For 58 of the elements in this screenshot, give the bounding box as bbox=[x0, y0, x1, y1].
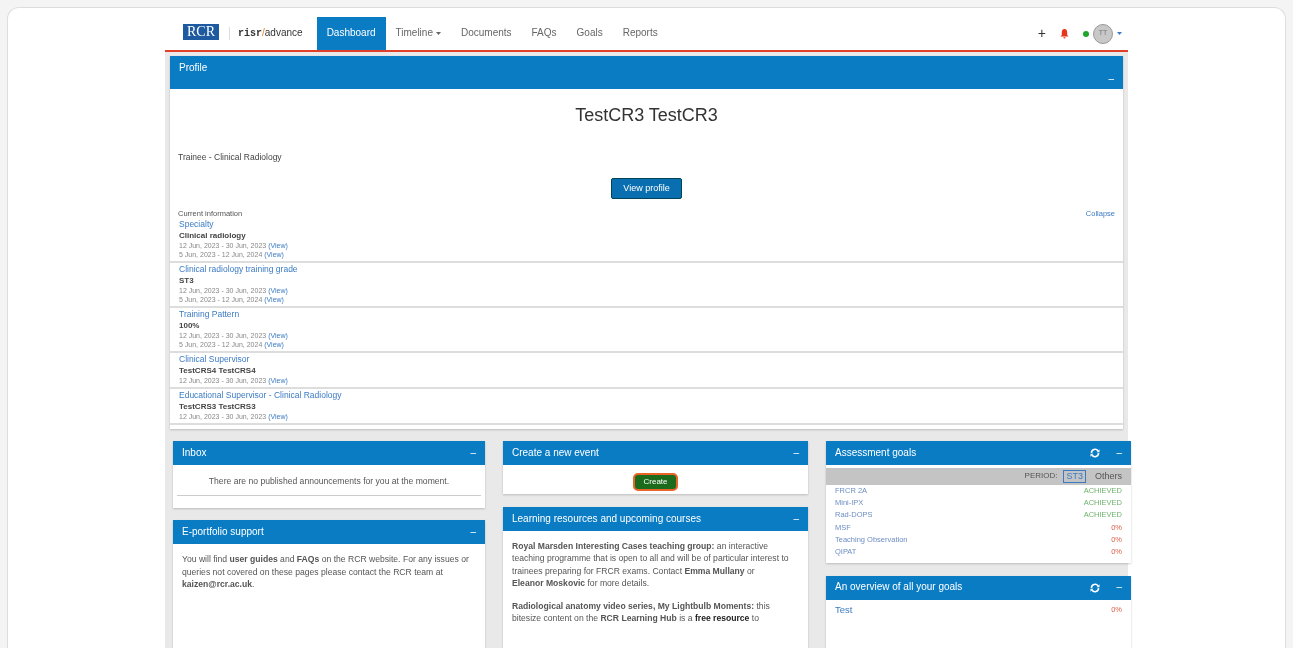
field-label[interactable]: Training Pattern bbox=[179, 308, 1114, 320]
minimize-button[interactable]: – bbox=[470, 526, 476, 539]
panel-title: Inbox bbox=[182, 446, 207, 459]
status-dot bbox=[1083, 30, 1089, 37]
brand-name: risr/advance bbox=[229, 26, 303, 40]
panel-title: An overview of all your goals bbox=[835, 581, 963, 594]
text-link[interactable]: Eleanor Moskovic bbox=[512, 578, 586, 589]
text-link[interactable]: kaizen@rcr.ac.uk bbox=[182, 579, 252, 590]
field-label[interactable]: Educational Supervisor - Clinical Radiology bbox=[179, 389, 1114, 401]
paragraph: Radiological anatomy video series, My Lightbulb Moments: this bitesize content on the RCR Learning Hub is a free resource to bbox=[511, 599, 771, 625]
refresh-icon[interactable] bbox=[1090, 447, 1101, 458]
panel-title: E-portfolio support bbox=[182, 526, 264, 539]
period-tab[interactable]: ST3 bbox=[1063, 469, 1086, 483]
period-tab[interactable]: Others bbox=[1092, 469, 1125, 483]
goal-name[interactable]: Test bbox=[835, 603, 853, 616]
panel-title: Profile bbox=[179, 62, 208, 75]
period-label: PERIOD: bbox=[1024, 471, 1058, 482]
logo[interactable]: RCR bbox=[183, 24, 219, 40]
text-link[interactable]: Royal Marsden Interesting Cases teaching group: bbox=[512, 540, 715, 551]
field-value: ST3 bbox=[179, 274, 195, 286]
panel-title: Learning resources and upcoming courses bbox=[512, 512, 701, 525]
refresh-icon[interactable] bbox=[1090, 582, 1101, 593]
minimize-button[interactable]: – bbox=[470, 446, 476, 459]
text-link[interactable]: user guides bbox=[229, 554, 278, 565]
nav-tab[interactable]: Dashboard bbox=[316, 17, 386, 50]
nav-tab[interactable]: Timeline bbox=[385, 17, 451, 50]
field-label[interactable]: Specialty bbox=[179, 218, 1114, 230]
field-label[interactable]: Clinical radiology training grade bbox=[179, 263, 1114, 275]
nav-tab[interactable]: FAQs bbox=[521, 17, 567, 50]
add-button[interactable]: + bbox=[1037, 24, 1046, 43]
text-link[interactable]: Radiological anatomy video series, My Lightbulb Moments: bbox=[512, 600, 755, 611]
field-value: TestCRS3 TestCRS3 bbox=[179, 400, 257, 412]
field-value: 100% bbox=[179, 319, 201, 331]
nav-tab[interactable]: Reports bbox=[612, 17, 668, 50]
field-value: Clinical radiology bbox=[179, 229, 247, 241]
bell-icon[interactable] bbox=[1060, 28, 1069, 39]
inbox-message: There are no published announcements for you at the moment. bbox=[207, 474, 451, 488]
panel-title: Assessment goals bbox=[835, 446, 917, 459]
text-link[interactable]: Emma Mullany bbox=[684, 565, 745, 576]
minimize-button[interactable]: – bbox=[1116, 581, 1122, 594]
minimize-button[interactable]: – bbox=[793, 512, 799, 525]
profile-name: TestCR3 TestCR3 bbox=[574, 104, 719, 127]
field-label[interactable]: Clinical Supervisor bbox=[179, 353, 1114, 365]
nav-tab[interactable]: Documents bbox=[450, 17, 522, 50]
minimize-button[interactable]: – bbox=[1108, 72, 1114, 89]
paragraph: Royal Marsden Interesting Cases teaching group: an interactive teaching programme that is open to all and will be of particular interest to trainees preparing for FRCR exams. Contact Emma Mullany or Eleanor Moskovic for more details. bbox=[511, 539, 790, 590]
minimize-button[interactable]: – bbox=[1116, 446, 1122, 459]
create-button[interactable]: Create bbox=[633, 472, 678, 491]
text-link[interactable]: RCR Learning Hub bbox=[600, 613, 677, 624]
minimize-button[interactable]: – bbox=[793, 446, 799, 459]
caret-icon bbox=[1117, 32, 1122, 35]
panel-title: Create a new event bbox=[512, 446, 599, 459]
paragraph: You will find user guides and FAQs on the RCR website. For any issues or queries not covered on these pages please contact the RCR team at kaizen@rcr.ac.uk. bbox=[181, 553, 470, 591]
profile-role: Trainee - Clinical Radiology bbox=[177, 151, 283, 163]
field-value: TestCRS4 TestCRS4 bbox=[179, 364, 257, 376]
nav-tab[interactable]: Goals bbox=[566, 17, 613, 50]
text-link[interactable]: FAQs bbox=[296, 554, 320, 565]
view-profile-button[interactable]: View profile bbox=[611, 178, 682, 200]
